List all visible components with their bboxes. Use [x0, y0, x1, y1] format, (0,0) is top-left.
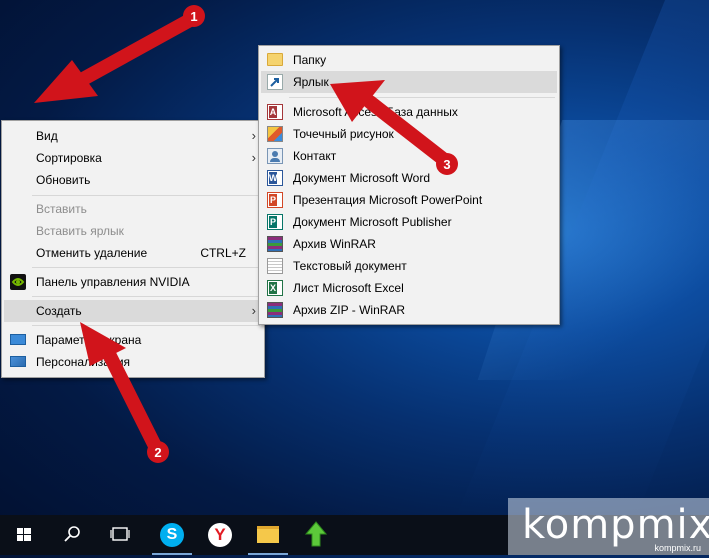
menu-separator: [32, 325, 260, 326]
taskbar-file-explorer[interactable]: [244, 515, 292, 555]
step-number-1: 1: [190, 9, 197, 24]
excel-icon: X: [267, 280, 283, 296]
step-badge-2: [147, 441, 169, 463]
submenu-item-label: Архив ZIP - WinRAR: [293, 303, 406, 317]
chevron-right-icon: ›: [251, 303, 256, 318]
watermark: kompmix kompmix.ru: [508, 498, 709, 555]
menu-item-refresh[interactable]: Обновить: [4, 169, 262, 191]
menu-item-personalization[interactable]: Персонализация: [4, 351, 262, 373]
submenu-item-label: Точечный рисунок: [293, 127, 394, 141]
yandex-browser-icon: Y: [208, 523, 232, 547]
search-icon: [64, 526, 80, 542]
submenu-item-access-db[interactable]: A Microsoft Access База данных: [261, 101, 557, 123]
watermark-small-text: kompmix.ru: [654, 543, 701, 553]
submenu-item-label: Лист Microsoft Excel: [293, 281, 404, 295]
submenu-item-contact[interactable]: Контакт: [261, 145, 557, 167]
powerpoint-icon: P: [267, 192, 283, 208]
step-badge-1: [183, 5, 205, 27]
submenu-item-label: Архив WinRAR: [293, 237, 376, 251]
menu-item-label: Отменить удаление: [36, 246, 148, 260]
shortcut-icon: [267, 74, 283, 90]
submenu-item-winrar[interactable]: Архив WinRAR: [261, 233, 557, 255]
menu-separator: [32, 195, 260, 196]
submenu-item-shortcut[interactable]: Ярлык: [261, 71, 557, 93]
access-icon: A: [267, 104, 283, 120]
menu-item-label: Обновить: [36, 173, 91, 187]
arrow-1: [34, 13, 197, 103]
zip-archive-icon: [267, 302, 283, 318]
menu-item-view[interactable]: Вид ›: [4, 125, 262, 147]
submenu-item-label: Папку: [293, 53, 327, 67]
task-view-icon: [110, 527, 130, 541]
file-explorer-icon: [257, 526, 279, 543]
menu-item-label: Вставить ярлык: [36, 224, 124, 238]
submenu-item-label: Текстовый документ: [293, 259, 407, 273]
paint-icon: [267, 126, 283, 142]
chevron-right-icon: ›: [251, 128, 256, 143]
menu-item-paste-shortcut[interactable]: Вставить ярлык: [4, 220, 262, 242]
taskbar-skype[interactable]: S: [148, 515, 196, 555]
menu-item-sort[interactable]: Сортировка ›: [4, 147, 262, 169]
submenu-item-excel[interactable]: X Лист Microsoft Excel: [261, 277, 557, 299]
menu-item-label: Персонализация: [36, 355, 131, 369]
search-button[interactable]: [48, 515, 96, 555]
publisher-icon: P: [267, 214, 283, 230]
submenu-item-label: Документ Microsoft Publisher: [293, 215, 452, 229]
submenu-item-powerpoint[interactable]: P Презентация Microsoft PowerPoint: [261, 189, 557, 211]
submenu-item-label: Презентация Microsoft PowerPoint: [293, 193, 483, 207]
desktop-context-menu: Вид › Сортировка › Обновить Вставить Вст…: [1, 120, 265, 378]
menu-item-label: Вид: [36, 129, 58, 143]
menu-item-nvidia-panel[interactable]: Панель управления NVIDIA: [4, 271, 262, 293]
menu-item-display-settings[interactable]: Параметры экрана: [4, 329, 262, 351]
start-button[interactable]: [0, 515, 48, 555]
display-icon: [10, 334, 26, 345]
submenu-item-bitmap[interactable]: Точечный рисунок: [261, 123, 557, 145]
submenu-item-publisher[interactable]: P Документ Microsoft Publisher: [261, 211, 557, 233]
submenu-item-folder[interactable]: Папку: [261, 49, 557, 71]
watermark-text: kompmix: [522, 502, 709, 548]
task-view-button[interactable]: [96, 515, 144, 555]
folder-icon: [267, 53, 283, 66]
menu-separator: [289, 97, 555, 98]
text-document-icon: [267, 258, 283, 274]
menu-separator: [32, 267, 260, 268]
upload-icon: [304, 521, 328, 547]
personalization-icon: [10, 356, 26, 367]
menu-separator: [32, 296, 260, 297]
menu-item-undo-delete[interactable]: Отменить удаление CTRL+Z: [4, 242, 262, 264]
menu-item-paste[interactable]: Вставить: [4, 198, 262, 220]
menu-item-label: Параметры экрана: [36, 333, 142, 347]
submenu-item-label: Microsoft Access База данных: [293, 105, 458, 119]
nvidia-icon: [10, 274, 26, 290]
submenu-item-word-doc[interactable]: W Документ Microsoft Word: [261, 167, 557, 189]
word-icon: W: [267, 170, 283, 186]
chevron-right-icon: ›: [251, 150, 256, 165]
winrar-icon: [267, 236, 283, 252]
windows-start-icon: [17, 528, 31, 541]
skype-icon: S: [160, 523, 184, 547]
taskbar-upload-app[interactable]: [292, 515, 340, 555]
menu-item-create[interactable]: Создать ›: [4, 300, 262, 322]
submenu-item-label: Ярлык: [293, 75, 329, 89]
submenu-item-zip[interactable]: Архив ZIP - WinRAR: [261, 299, 557, 321]
menu-item-label: Создать: [36, 304, 82, 318]
submenu-item-label: Контакт: [293, 149, 337, 163]
contact-icon: [267, 148, 283, 164]
menu-item-label: Сортировка: [36, 151, 102, 165]
step-number-2: 2: [154, 445, 161, 460]
submenu-item-label: Документ Microsoft Word: [293, 171, 431, 185]
menu-item-shortcut: CTRL+Z: [200, 246, 246, 260]
submenu-item-text-doc[interactable]: Текстовый документ: [261, 255, 557, 277]
menu-item-label: Вставить: [36, 202, 87, 216]
taskbar-yandex-browser[interactable]: Y: [196, 515, 244, 555]
create-submenu: Папку Ярлык A Microsoft Access База данн…: [258, 45, 560, 325]
menu-item-label: Панель управления NVIDIA: [36, 275, 190, 289]
